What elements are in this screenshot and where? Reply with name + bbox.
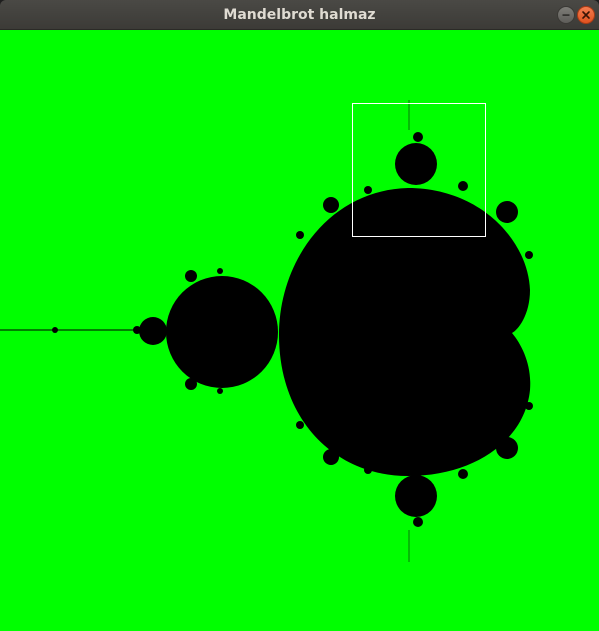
window-title: Mandelbrot halmaz: [223, 7, 376, 23]
p2-upper-bulb: [185, 270, 197, 282]
mandelbrot-canvas[interactable]: [0, 30, 599, 631]
minimize-icon: [562, 14, 570, 16]
bulb-lower-left: [323, 449, 339, 465]
app-window: Mandelbrot halmaz: [0, 0, 599, 631]
title-bar[interactable]: Mandelbrot halmaz: [0, 0, 599, 30]
bulb-bottom-left-small: [364, 466, 372, 474]
period-8-bulb: [133, 326, 141, 334]
period-4-bulb: [139, 317, 167, 345]
mandelbrot-render: [0, 30, 599, 631]
bulb-left-lower-small: [296, 421, 304, 429]
bulb-top-right-small: [458, 181, 468, 191]
bottom-bulb: [395, 475, 437, 517]
bulb-lower-right: [496, 437, 518, 459]
bulb-bottom-right-small: [458, 469, 468, 479]
minibrot-left: [52, 327, 58, 333]
top-bulb: [395, 143, 437, 185]
close-button[interactable]: [577, 6, 595, 24]
bulb-right-lower-small: [525, 402, 533, 410]
bulb-upper-left: [323, 197, 339, 213]
minimize-button[interactable]: [557, 6, 575, 24]
top-bulb-small: [413, 132, 423, 142]
bulb-top-left-small: [364, 186, 372, 194]
period-2-bulb: [166, 276, 278, 388]
p2-bottom-small: [217, 388, 223, 394]
bulb-left-upper-small: [296, 231, 304, 239]
p2-top-small: [217, 268, 223, 274]
bulb-right-upper-small: [525, 251, 533, 259]
p2-lower-bulb: [185, 378, 197, 390]
close-icon: [582, 11, 590, 19]
bottom-bulb-small: [413, 517, 423, 527]
bulb-upper-right: [496, 201, 518, 223]
